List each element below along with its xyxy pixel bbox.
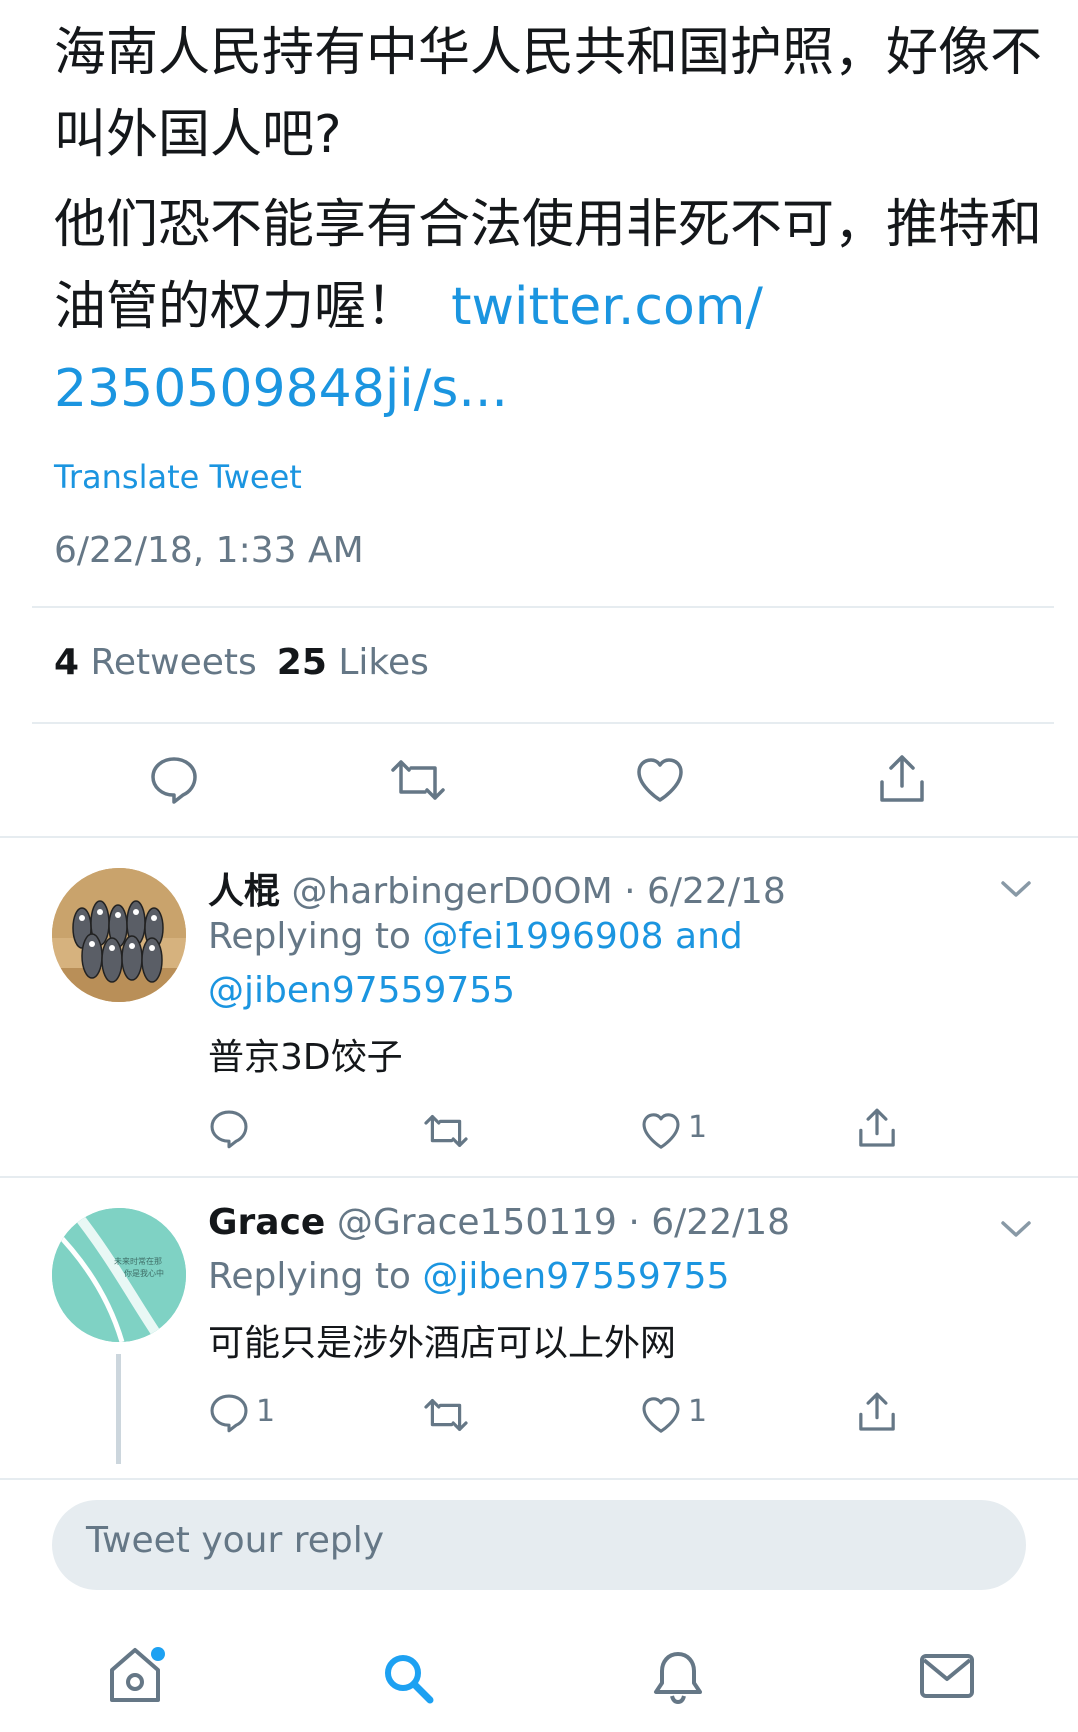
replying-to-label: Replying to xyxy=(208,1256,411,1297)
reply-icon[interactable] xyxy=(208,1108,250,1150)
divider xyxy=(0,1176,1078,1178)
reply-composer[interactable]: Tweet your reply xyxy=(52,1500,1026,1590)
svg-text:你是我心中: 你是我心中 xyxy=(124,1268,164,1278)
reply-1-replying-to-line-2: @jiben97559755 xyxy=(208,970,515,1011)
notification-dot xyxy=(151,1647,165,1661)
reply-2-date: · 6/22/18 xyxy=(628,1202,791,1243)
reply-icon[interactable] xyxy=(208,1392,250,1434)
reply-2-handle[interactable]: @Grace150119 xyxy=(337,1202,617,1243)
mention-link[interactable]: @fei1996908 xyxy=(422,916,663,957)
reply-1-like-count: 1 xyxy=(688,1110,708,1145)
like-icon[interactable] xyxy=(634,754,686,806)
mention-joiner: and xyxy=(675,916,743,957)
like-icon[interactable] xyxy=(640,1110,682,1152)
mention-link[interactable]: @jiben97559755 xyxy=(422,1256,729,1297)
translate-tweet-link[interactable]: Translate Tweet xyxy=(54,458,302,496)
chevron-down-icon[interactable] xyxy=(1000,1218,1032,1240)
divider xyxy=(0,836,1078,838)
tweet-paragraph-1: 海南人民持有中华人民共和国护照，好像不叫外国人吧? xyxy=(54,23,1043,165)
reply-2-reply-count: 1 xyxy=(256,1394,276,1429)
tweet-stats: 4 Retweets 25 Likes xyxy=(54,642,429,683)
retweet-icon[interactable] xyxy=(422,1110,470,1152)
like-icon[interactable] xyxy=(640,1394,682,1436)
tweet-paragraph-2: 他们恐不能享有合法使用非死不可，推特和油管的权力喔！ twitter.com/2… xyxy=(54,184,1044,430)
reply-2-text: 可能只是涉外酒店可以上外网 xyxy=(208,1323,677,1364)
chevron-down-icon[interactable] xyxy=(1000,878,1032,900)
reply-1-name[interactable]: 人棍 xyxy=(208,871,280,912)
retweets-label: Retweets xyxy=(90,642,257,683)
likes-stat[interactable]: 25 Likes xyxy=(277,642,429,683)
likes-count: 25 xyxy=(276,642,327,683)
reply-1-handle[interactable]: @harbingerD0OM xyxy=(291,871,612,912)
reply-composer-placeholder: Tweet your reply xyxy=(86,1520,385,1561)
reply-1-text: 普京3D饺子 xyxy=(208,1037,403,1078)
divider xyxy=(32,722,1054,724)
svg-text:未来时常在那: 未来时常在那 xyxy=(114,1256,162,1266)
reply-2-header: Grace @Grace150119 · 6/22/18 xyxy=(208,1202,790,1243)
retweets-count: 4 xyxy=(54,642,80,683)
avatar[interactable]: 未来时常在那 你是我心中 xyxy=(52,1208,186,1342)
likes-label: Likes xyxy=(338,642,429,683)
retweet-icon[interactable] xyxy=(422,1394,470,1436)
divider xyxy=(0,1478,1078,1480)
reply-1-header: 人棍 @harbingerD0OM · 6/22/18 xyxy=(208,862,786,914)
notifications-icon[interactable] xyxy=(650,1648,706,1708)
replying-to-label: Replying to xyxy=(208,916,411,957)
share-icon[interactable] xyxy=(876,752,928,806)
tweet-link-part-1[interactable]: twitter.com/ xyxy=(451,277,763,337)
home-icon[interactable] xyxy=(104,1644,170,1706)
share-icon[interactable] xyxy=(856,1390,898,1434)
thread-line xyxy=(116,1354,121,1464)
tweet-timestamp: 6/22/18, 1:33 AM xyxy=(54,530,364,571)
divider xyxy=(32,606,1054,608)
reply-2-replying-to: Replying to @jiben97559755 xyxy=(208,1256,729,1297)
tweet-text: 海南人民持有中华人民共和国护照，好像不叫外国人吧? 他们恐不能享有合法使用非死不… xyxy=(54,12,1044,430)
reply-1-replying-to: Replying to @fei1996908 and xyxy=(208,916,743,957)
reply-icon[interactable] xyxy=(148,754,200,806)
mention-link[interactable]: @jiben97559755 xyxy=(208,970,515,1011)
retweet-icon[interactable] xyxy=(388,754,448,806)
reply-1-date: · 6/22/18 xyxy=(624,871,786,912)
search-icon[interactable] xyxy=(380,1650,436,1706)
tweet-link-part-2[interactable]: 2350509848ji/s... xyxy=(54,359,508,419)
avatar[interactable] xyxy=(52,868,186,1002)
reply-2-like-count: 1 xyxy=(688,1394,708,1429)
messages-icon[interactable] xyxy=(918,1650,976,1702)
reply-2-name[interactable]: Grace xyxy=(208,1202,325,1243)
retweets-stat[interactable]: 4 Retweets xyxy=(54,642,257,683)
share-icon[interactable] xyxy=(856,1106,898,1150)
